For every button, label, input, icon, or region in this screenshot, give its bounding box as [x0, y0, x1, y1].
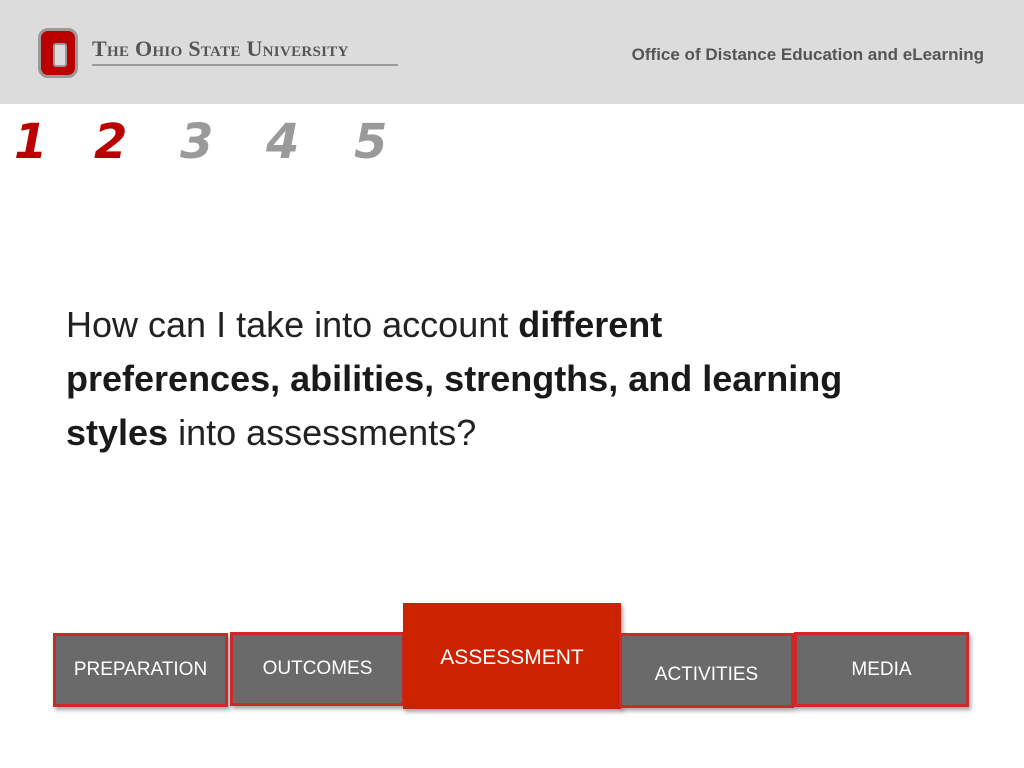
- office-name: Office of Distance Education and eLearni…: [631, 45, 984, 64]
- ohio-state-logo-icon: [38, 28, 78, 78]
- tab-assessment[interactable]: ASSESSMENT: [403, 603, 621, 709]
- university-name: The Ohio State University: [92, 36, 398, 66]
- tab-media[interactable]: MEDIA: [794, 632, 969, 707]
- question-text-end: into assessments?: [168, 412, 477, 453]
- block-o-icon: [38, 28, 78, 78]
- question-text-start: How can I take into account: [66, 304, 519, 345]
- step-3: 3: [180, 114, 214, 170]
- step-2: 2: [94, 114, 128, 170]
- step-1: 1: [14, 114, 48, 170]
- tab-activities[interactable]: ACTIVITIES: [619, 633, 794, 708]
- tab-preparation[interactable]: PREPARATION: [53, 633, 228, 707]
- tab-label: ACTIVITIES: [654, 663, 759, 685]
- tab-label: PREPARATION: [73, 659, 208, 680]
- tab-label: OUTCOMES: [262, 658, 373, 679]
- slide-question: How can I take into account different pr…: [66, 298, 886, 460]
- step-5: 5: [354, 114, 388, 170]
- tab-label: ASSESSMENT: [440, 646, 584, 669]
- tab-label: MEDIA: [851, 658, 912, 680]
- step-4: 4: [266, 114, 300, 170]
- header-bar: The Ohio State University Office of Dist…: [0, 0, 1024, 104]
- tab-outcomes[interactable]: OUTCOMES: [230, 632, 405, 706]
